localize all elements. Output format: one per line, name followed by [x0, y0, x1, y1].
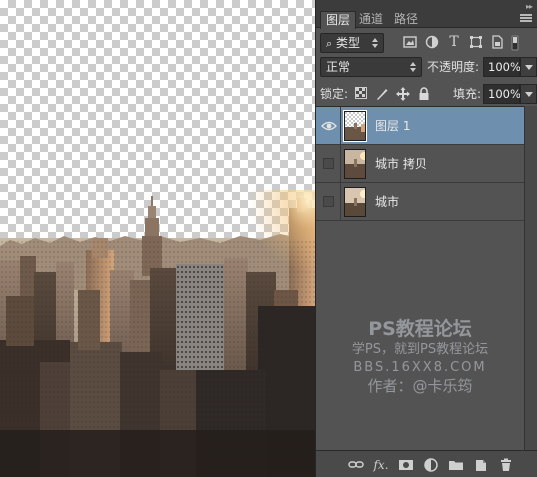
visibility-eye-icon[interactable]	[320, 117, 338, 135]
type-filter-icon[interactable]: T	[447, 35, 461, 49]
opacity-input[interactable]: 100%	[483, 57, 521, 77]
image-filter-icon[interactable]	[403, 35, 417, 49]
tab-channels[interactable]: 通道	[354, 11, 388, 28]
panel-bottom-bar: fx.	[316, 450, 537, 477]
watermark-subtitle: 学PS，就到PS教程论坛	[351, 342, 489, 357]
layers-scrollbar[interactable]	[524, 106, 537, 450]
panel-tab-bar: 图层 通道 路径 ▸▸	[316, 0, 537, 29]
watermark: PS教程论坛 学PS，就到PS教程论坛 BBS.16XX8.COM 作者：@卡乐…	[316, 317, 524, 396]
tab-paths[interactable]: 路径	[389, 11, 423, 28]
fill-label: 填充:	[453, 87, 482, 101]
filter-kind-label: 类型	[336, 36, 361, 50]
search-icon: ⌕	[326, 37, 333, 50]
watermark-title: PS教程论坛	[368, 318, 472, 340]
layer-name: 城市	[375, 195, 400, 209]
row-divider	[340, 183, 341, 221]
layer-name: 图层 1	[375, 119, 411, 133]
layer-row[interactable]: 城市 拷贝	[316, 145, 524, 183]
layer-thumbnail	[343, 110, 367, 142]
new-group-icon[interactable]	[448, 457, 464, 473]
visibility-toggle-box[interactable]	[323, 158, 334, 169]
layer-row[interactable]: 图层 1	[316, 107, 524, 145]
lock-all-icon[interactable]	[417, 87, 431, 101]
opacity-label: 不透明度:	[427, 60, 480, 74]
photoshop-window: 图层 通道 路径 ▸▸ ⌕ 类型 T 正常 不透明度: 100% 锁定: 填充:…	[0, 0, 537, 477]
fill-slider-button[interactable]	[520, 84, 537, 104]
tab-layers[interactable]: 图层	[320, 11, 357, 29]
panel-collapse-icon[interactable]: ▸▸	[526, 2, 533, 11]
filter-toggle-icon[interactable]	[511, 35, 519, 51]
opacity-slider-button[interactable]	[520, 57, 537, 77]
lock-transparent-icon[interactable]	[354, 87, 368, 101]
layer-row[interactable]: 城市	[316, 183, 524, 221]
lock-label: 锁定:	[320, 87, 349, 101]
watermark-author: 作者：@卡乐筠	[367, 377, 473, 395]
adjustment-layer-icon[interactable]	[423, 457, 439, 473]
row-divider	[340, 107, 341, 145]
visibility-toggle-box[interactable]	[323, 196, 334, 207]
city-image	[0, 190, 315, 477]
new-layer-icon[interactable]	[473, 457, 489, 473]
smart-object-filter-icon[interactable]	[490, 35, 504, 49]
lock-position-icon[interactable]	[396, 87, 410, 101]
layer-thumbnail	[344, 149, 366, 179]
dropdown-arrow-icon	[372, 38, 379, 48]
row-divider	[340, 145, 341, 183]
add-mask-icon[interactable]	[398, 457, 414, 473]
layers-panel: 图层 通道 路径 ▸▸ ⌕ 类型 T 正常 不透明度: 100% 锁定: 填充:…	[315, 0, 537, 477]
delete-layer-icon[interactable]	[498, 457, 514, 473]
lock-image-icon[interactable]	[375, 87, 389, 101]
link-layers-icon[interactable]	[348, 457, 364, 473]
blend-mode-dropdown[interactable]: 正常	[320, 57, 422, 77]
watermark-url: BBS.16XX8.COM	[353, 360, 487, 375]
layers-list: 图层 1 城市 拷贝 城市 PS教程论坛 学PS，就到PS教程论坛 BBS.16…	[316, 106, 524, 450]
fill-input[interactable]: 100%	[483, 84, 521, 104]
blend-mode-value: 正常	[326, 60, 351, 74]
document-canvas[interactable]	[0, 0, 315, 477]
layer-name: 城市 拷贝	[375, 157, 427, 171]
fx-icon[interactable]: fx.	[373, 457, 389, 473]
layer-thumbnail	[344, 187, 366, 217]
adjustment-filter-icon[interactable]	[425, 35, 439, 49]
dropdown-arrow-icon	[410, 62, 417, 72]
panel-menu-icon[interactable]	[520, 14, 532, 24]
filter-kind-dropdown[interactable]: ⌕ 类型	[320, 33, 384, 53]
shape-filter-icon[interactable]	[469, 35, 483, 49]
